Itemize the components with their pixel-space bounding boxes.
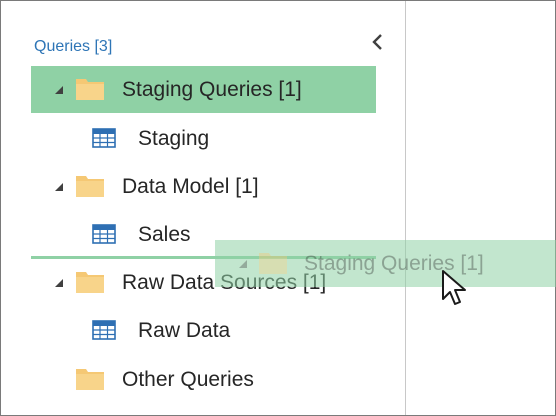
tree-item-raw-data-query[interactable]: Raw Data [31,307,376,354]
tree-item-staging-query[interactable]: Staging [31,115,376,162]
tree-item-label: Other Queries [122,368,254,391]
folder-icon [259,253,287,274]
collapse-pane-button[interactable] [367,31,389,53]
drag-ghost: Staging Queries [1] [215,240,556,287]
expand-triangle-icon[interactable] [52,83,66,97]
queries-pane: Queries [3] Staging Queries [1] Staging … [1,1,405,415]
chevron-left-icon [372,34,382,50]
folder-icon [76,79,104,100]
table-icon [92,320,116,340]
queries-pane-header: Queries [3] [34,38,113,55]
tree-item-label: Data Model [1] [122,175,259,198]
app-window: Queries [3] Staging Queries [1] Staging … [0,0,556,416]
expand-triangle-icon[interactable] [52,180,66,194]
tree-item-label: Staging [138,127,210,150]
table-icon [92,224,116,244]
tree-item-data-model-group[interactable]: Data Model [1] [31,163,376,210]
tree-item-staging-queries-group[interactable]: Staging Queries [1] [31,66,376,113]
tree-item-label: Sales [138,223,191,246]
table-icon [92,128,116,148]
expand-triangle-icon[interactable] [52,276,66,290]
mouse-pointer-icon [442,270,466,305]
tree-item-label: Raw Data [138,319,231,342]
tree-item-other-queries-group[interactable]: Other Queries [31,356,376,403]
tree-item-label: Staging Queries [1] [122,78,302,101]
folder-icon [76,369,104,390]
folder-icon [76,272,104,293]
folder-icon [76,176,104,197]
expand-triangle-icon [236,257,250,271]
editor-area [406,1,555,415]
